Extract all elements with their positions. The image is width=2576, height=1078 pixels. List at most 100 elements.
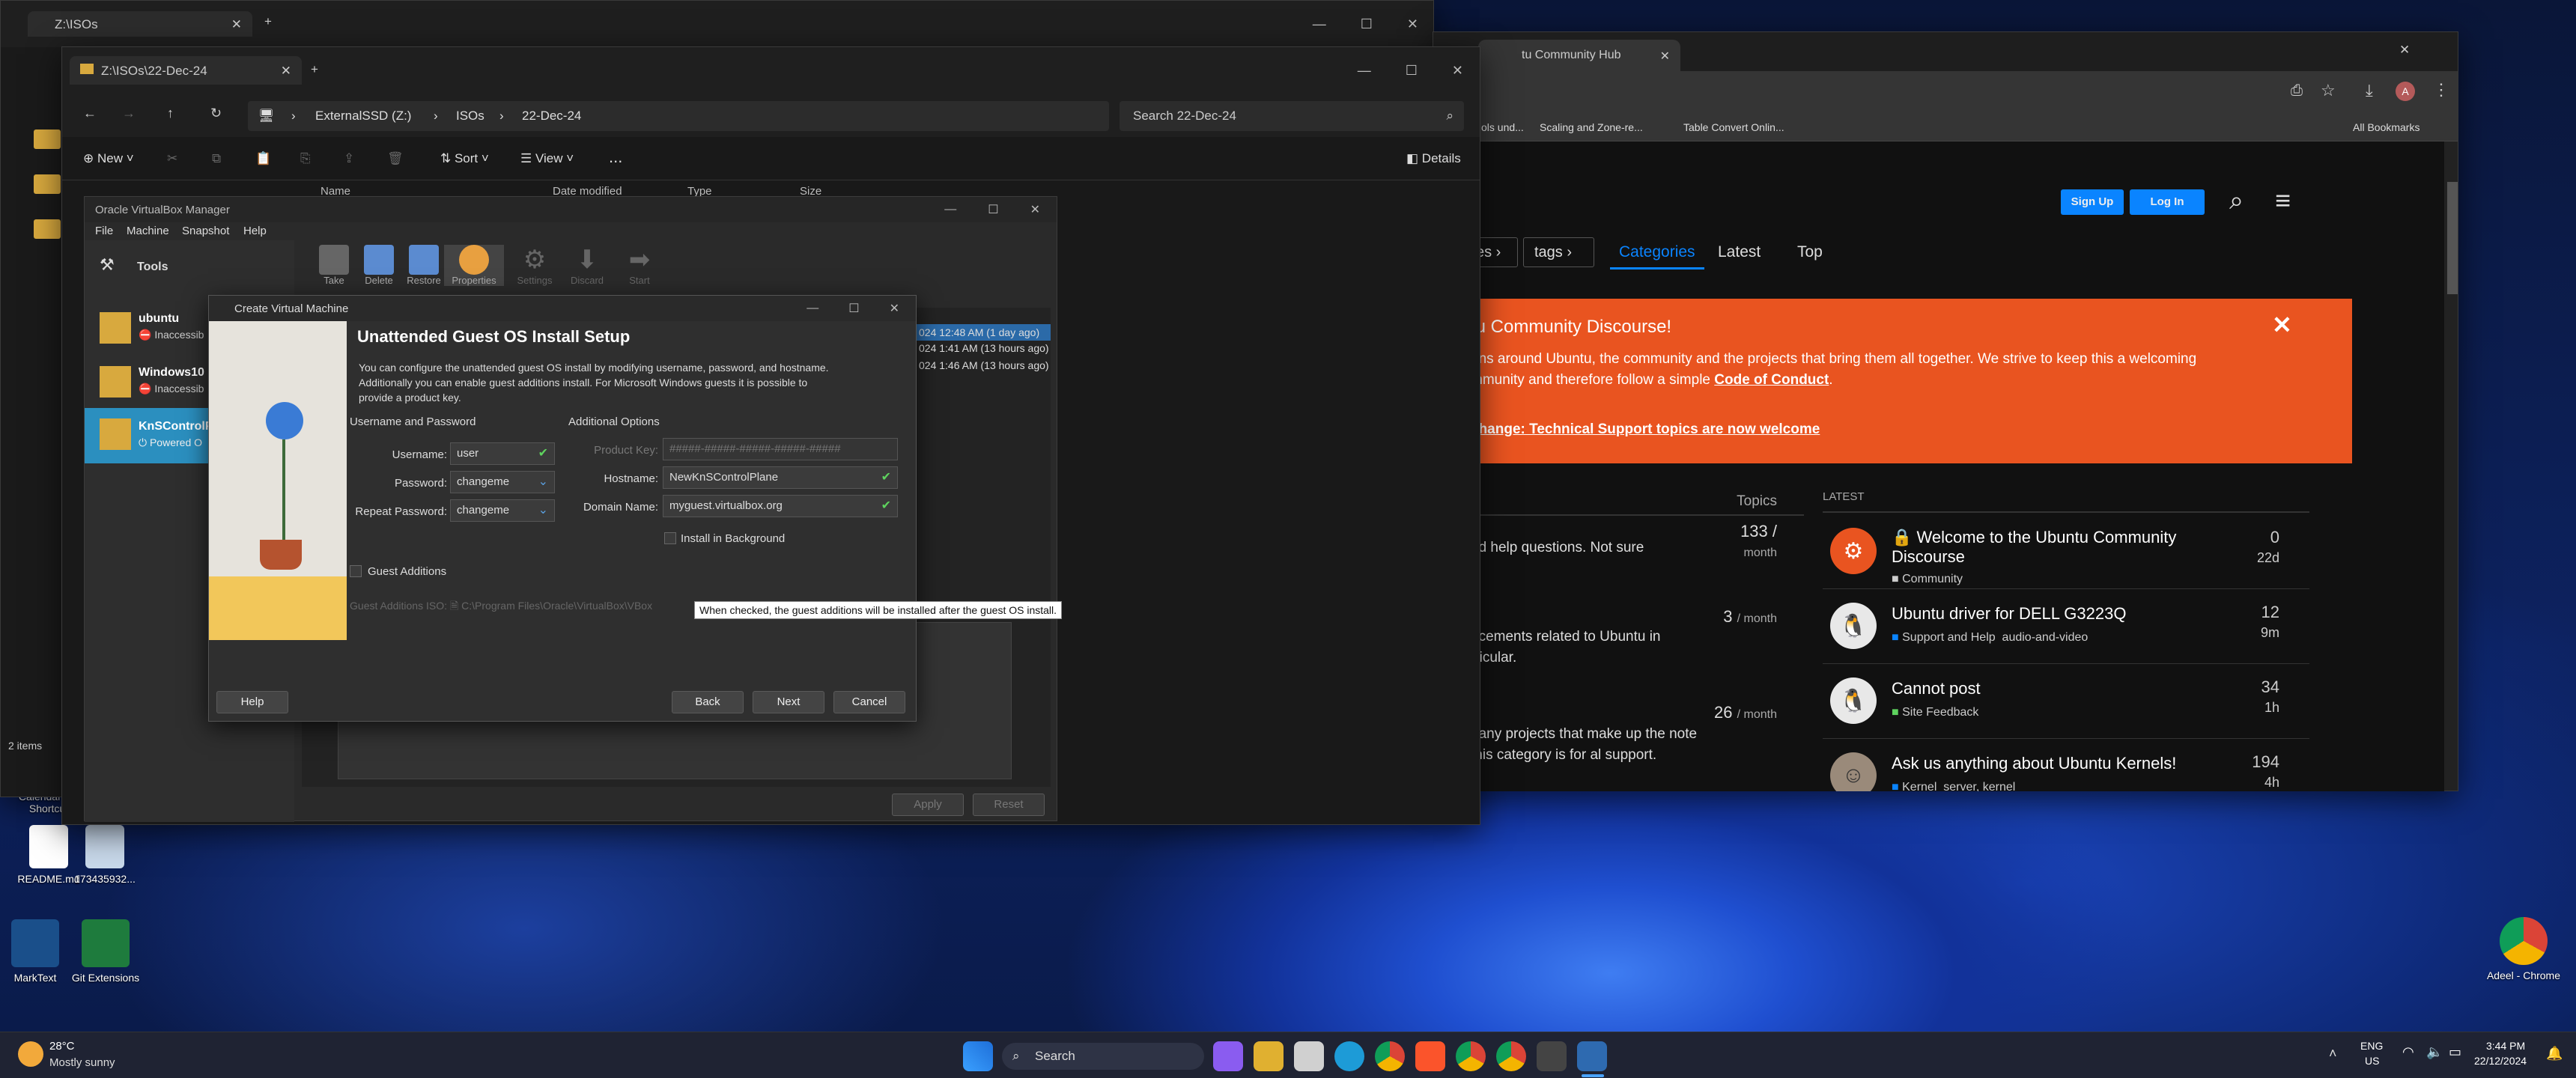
close-icon[interactable]: ✕ <box>1452 63 1463 79</box>
maximize-icon[interactable]: ☐ <box>848 301 859 316</box>
topic-title[interactable]: Cannot post <box>1892 679 1981 698</box>
breadcrumb-item[interactable]: ISOs <box>456 101 484 131</box>
snapshot-row[interactable]: 024 12:48 AM (1 day ago) <box>916 324 1051 341</box>
menu-help[interactable]: Help <box>243 225 267 237</box>
maximize-icon[interactable]: ☐ <box>1361 16 1373 32</box>
chrome-icon[interactable] <box>1456 1041 1486 1071</box>
guest-additions-checkbox[interactable] <box>350 565 362 577</box>
clock-time[interactable]: 3:44 PM <box>2486 1040 2525 1052</box>
new-tab-icon[interactable]: + <box>311 62 318 77</box>
weather-desc[interactable]: Mostly sunny <box>49 1056 115 1069</box>
minimize-icon[interactable]: — <box>1358 63 1371 79</box>
close-icon[interactable]: ✕ <box>2399 43 2410 58</box>
breadcrumb[interactable]: 🖥 › ExternalSSD (Z:) › ISOs › 22-Dec-24 <box>248 101 1109 131</box>
view-button[interactable]: ☰ View ˅ <box>520 151 574 166</box>
restore-snapshot-button[interactable]: Restore <box>398 245 450 286</box>
notification-icon[interactable]: 🔔 <box>2546 1046 2563 1062</box>
guest-additions-iso-field[interactable]: 🗎 C:\Program Files\Oracle\VirtualBox\VBo… <box>450 595 675 616</box>
start-button[interactable] <box>963 1041 993 1071</box>
username-field[interactable]: user ✔ <box>450 442 555 465</box>
maximize-icon[interactable]: ☐ <box>988 202 998 217</box>
hamburger-menu-icon[interactable]: ≡ <box>2275 185 2291 216</box>
weather-icon[interactable] <box>18 1041 43 1067</box>
copilot-icon[interactable] <box>1213 1041 1243 1071</box>
create-vm-dialog[interactable]: Create Virtual Machine — ☐ ✕ Unattended Gu… <box>208 295 1063 722</box>
close-icon[interactable]: ✕ <box>281 64 291 79</box>
minimize-icon[interactable]: — <box>1313 16 1326 32</box>
scrollbar[interactable] <box>2447 182 2458 294</box>
install-background-checkbox[interactable] <box>664 532 676 544</box>
snapshot-row[interactable]: 024 1:46 AM (13 hours ago) <box>919 359 1049 371</box>
next-button[interactable]: Next <box>753 691 824 713</box>
refresh-icon[interactable]: ↻ <box>210 106 222 121</box>
forward-arrow-icon[interactable]: → <box>122 106 136 121</box>
hostname-field[interactable]: NewKnSControlPlane ✔ <box>663 466 898 489</box>
cut-icon[interactable]: ✂ <box>167 151 177 166</box>
share-icon[interactable]: ⇪ <box>344 151 354 166</box>
profile-avatar[interactable]: A <box>2396 82 2415 101</box>
menu-snapshot[interactable]: Snapshot <box>182 225 229 237</box>
discard-button[interactable]: ⬇ Discard <box>561 245 613 286</box>
log-in-button[interactable]: Log In <box>2130 189 2205 215</box>
list-item[interactable]: ⚙ 🔒 Welcome to the Ubuntu Community Disco… <box>1823 514 2309 589</box>
close-icon[interactable]: ✕ <box>1660 49 1670 64</box>
search-input[interactable]: Search 22-Dec-24 ⌕ <box>1120 101 1464 131</box>
chrome-icon[interactable] <box>1375 1041 1405 1071</box>
minimize-icon[interactable]: — <box>944 203 956 216</box>
close-icon[interactable]: ✕ <box>1030 202 1040 217</box>
clock-date[interactable]: 22/12/2024 <box>2474 1055 2527 1067</box>
tab-top[interactable]: Top <box>1797 237 1823 267</box>
password-field[interactable]: changeme ⌄ <box>450 471 555 493</box>
chatgpt-icon[interactable] <box>1537 1041 1567 1071</box>
delete-icon[interactable]: 🗑 <box>387 151 404 166</box>
tab[interactable]: Z:\ISOs ✕ <box>28 11 252 37</box>
list-item[interactable]: 🐧 Cannot post ■ Site Feedback 34 1h <box>1823 664 2309 739</box>
chevron-up-icon[interactable]: ˄ <box>2329 1046 2337 1062</box>
tools-label[interactable]: Tools <box>137 261 168 274</box>
cancel-button[interactable]: Cancel <box>833 691 905 713</box>
weather-temp[interactable]: 28°C <box>49 1040 75 1053</box>
paste-icon[interactable]: 📋 <box>255 151 271 166</box>
code-of-conduct-link[interactable]: Code of Conduct <box>1714 372 1829 388</box>
tab-categories[interactable]: Categories <box>1610 237 1704 270</box>
tab-latest[interactable]: Latest <box>1718 237 1761 267</box>
chrome-profile-icon[interactable] <box>1496 1041 1526 1071</box>
sort-button[interactable]: ⇅ Sort ˅ <box>440 151 489 166</box>
up-arrow-icon[interactable]: ↑ <box>167 106 174 121</box>
more-options-button[interactable]: ... <box>609 147 622 167</box>
copy-icon[interactable]: ⧉ <box>212 151 221 166</box>
new-button[interactable]: ⊕ New ˅ <box>83 151 134 166</box>
bookmark[interactable]: Scaling and Zone-re... <box>1540 121 1643 133</box>
volume-icon[interactable]: 🔈 <box>2426 1044 2443 1060</box>
close-icon[interactable]: ✕ <box>2272 311 2292 339</box>
properties-button[interactable]: Properties <box>444 245 504 286</box>
new-tab-icon[interactable]: + <box>264 14 272 29</box>
close-icon[interactable]: ✕ <box>890 301 899 316</box>
breadcrumb-item[interactable]: 22-Dec-24 <box>522 101 581 131</box>
star-icon[interactable]: ☆ <box>2321 81 2336 100</box>
topic-title[interactable]: Ubuntu driver for DELL G3223Q <box>1892 604 2126 624</box>
back-arrow-icon[interactable]: ← <box>83 106 97 121</box>
list-item[interactable]: 🐧 Ubuntu driver for DELL G3223Q ■ Support … <box>1823 589 2309 664</box>
virtualbox-icon[interactable] <box>1577 1041 1607 1071</box>
region-indicator[interactable]: US <box>2365 1055 2379 1067</box>
tab[interactable]: Z:\ISOs\22-Dec-24 ✕ <box>70 56 302 85</box>
bookmark[interactable]: ols und... <box>1481 121 1524 133</box>
topic-category[interactable]: ■ Support and Help audio-and-video <box>1892 631 2088 645</box>
start-button[interactable]: ➡ Start <box>613 245 666 286</box>
menu-machine[interactable]: Machine <box>127 225 169 237</box>
help-button[interactable]: Help <box>216 691 288 713</box>
apply-button[interactable]: Apply <box>892 794 964 816</box>
topic-category[interactable]: ■ Kernel server, kernel <box>1892 781 2015 791</box>
language-indicator[interactable]: ENG <box>2360 1040 2383 1052</box>
edge-icon[interactable] <box>1334 1041 1364 1071</box>
close-icon[interactable]: ✕ <box>231 17 242 32</box>
download-icon[interactable]: ⤓ <box>2366 81 2373 100</box>
topic-title[interactable]: Ask us anything about Ubuntu Kernels! <box>1892 754 2176 773</box>
back-button[interactable]: Back <box>672 691 744 713</box>
file-explorer-icon[interactable] <box>1254 1041 1284 1071</box>
desktop-icon-git-extensions[interactable]: Git Extensions <box>57 919 154 984</box>
tools-icon[interactable]: ⚒ <box>100 255 115 275</box>
chrome-tab[interactable]: tu Community Hub ✕ <box>1478 40 1680 71</box>
snapshot-row[interactable]: 024 1:41 AM (13 hours ago) <box>919 342 1049 354</box>
